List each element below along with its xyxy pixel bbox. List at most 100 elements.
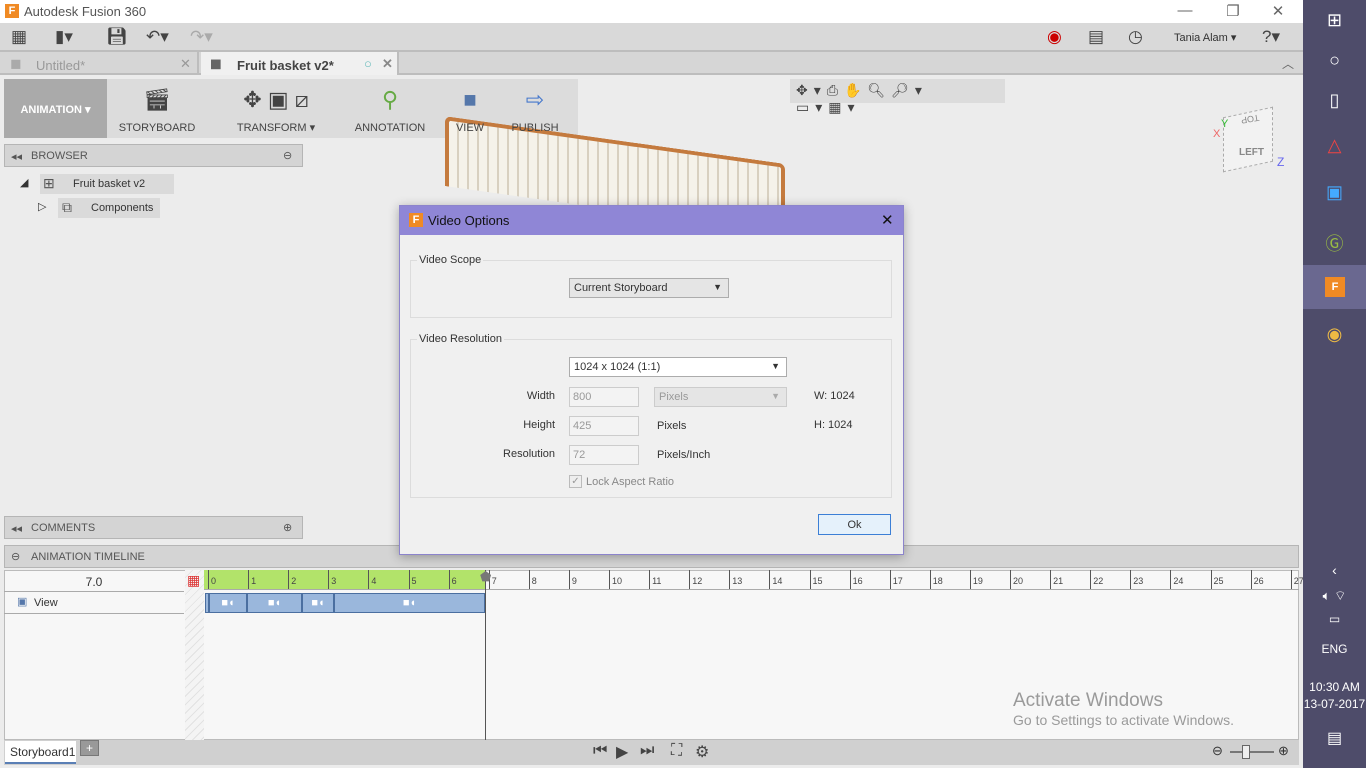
skip-end-icon[interactable]: ⏭︎ xyxy=(640,742,654,760)
dialog-title-bar[interactable]: F Video Options ✕ xyxy=(400,206,903,235)
show-hidden-icons-chevron[interactable]: ‹ xyxy=(1303,562,1366,578)
delete-bin-icon[interactable]: ▦ xyxy=(187,572,200,589)
cortana-circle-icon[interactable]: ○ xyxy=(1303,50,1366,71)
app-g-icon[interactable]: Ⓖ xyxy=(1303,230,1366,256)
file-menu-icon[interactable]: ▮▾ xyxy=(55,27,73,47)
comments-icon[interactable]: ▤ xyxy=(1088,27,1104,47)
ruler-tick-label: 24 xyxy=(1170,570,1183,589)
action-center-icon[interactable]: ▤ xyxy=(1303,728,1366,748)
current-time[interactable]: 7.0 xyxy=(4,570,184,592)
browser-title: BROWSER xyxy=(31,150,88,162)
comments-title: COMMENTS xyxy=(31,522,96,534)
expand-triangle-icon[interactable]: ◢ xyxy=(20,176,28,189)
publish-button[interactable]: ⇨ PUBLISH xyxy=(502,79,568,138)
storyboard-tab[interactable]: Storyboard1 xyxy=(5,741,76,764)
zoom-in-icon[interactable]: ⊕ xyxy=(1278,743,1289,759)
close-button[interactable]: ✕ xyxy=(1263,2,1293,20)
time-ruler[interactable]: 0 1 2 3 4 5 6 7 8 9 10 11 12 13 14 15 16 17 18 19 20 21 22 23 24… xyxy=(204,570,1304,590)
playhead-line[interactable] xyxy=(485,570,486,740)
collapse-arrows-icon[interactable]: ◂◂ xyxy=(11,150,22,163)
user-menu[interactable]: Tania Alam ▾ xyxy=(1174,31,1236,44)
clock-time[interactable]: 10:30 AM xyxy=(1303,680,1366,694)
maximize-button[interactable]: ❐ xyxy=(1218,2,1248,20)
resolution-unit: Pixels/Inch xyxy=(657,449,711,461)
dropdown-arrow-icon: ▼ xyxy=(771,361,780,371)
height-input[interactable]: 425 xyxy=(569,416,639,436)
battery-icon[interactable]: ▭ xyxy=(1303,612,1366,626)
view-cube[interactable]: LEFT TOP X Y Z xyxy=(1205,100,1285,180)
resolution-preset-select[interactable]: 1024 x 1024 (1:1) ▼ xyxy=(569,357,787,377)
windows-taskbar: ⊞ ○ ▯ △ ▣ Ⓖ F ◉ ‹ 🔈︎ ⌔ ▭ ENG 10:30 AM 13… xyxy=(1303,0,1366,768)
zoom-slider[interactable] xyxy=(1230,751,1274,753)
track-view[interactable]: ▣ View xyxy=(4,592,184,614)
lock-aspect-checkbox[interactable]: ✓ xyxy=(569,475,582,488)
add-storyboard-button[interactable]: + xyxy=(80,740,99,756)
height-unit: Pixels xyxy=(657,420,687,432)
clock-date[interactable]: 13-07-2017 xyxy=(1303,697,1366,711)
expand-triangle-icon[interactable]: ▷ xyxy=(38,200,46,213)
ruler-tick-label: 19 xyxy=(969,570,983,589)
zoom-out-icon[interactable]: ⊖ xyxy=(1212,743,1223,759)
fit-view-icon[interactable]: ⛶ xyxy=(671,742,682,760)
app-window-icon[interactable]: ▣ xyxy=(1303,182,1366,203)
navigation-toolbar[interactable]: ✥▾⎙✋🔍︎🔎︎▾ ▭▾▦▾ xyxy=(790,79,1005,115)
tab-untitled[interactable]: ◼ Untitled* ✕ xyxy=(0,52,199,75)
workspace-switcher[interactable]: ANIMATION ▾ xyxy=(4,79,107,138)
annotation-pin-icon: ⚲ xyxy=(381,87,399,112)
fusion-taskbar-button[interactable]: F xyxy=(1303,265,1366,309)
view-clip[interactable]: ■◖ xyxy=(247,593,302,613)
ok-button[interactable]: Ok xyxy=(818,514,891,535)
camera-icon: ■ xyxy=(463,87,477,112)
redo-icon[interactable]: ↷▾ xyxy=(190,27,213,47)
view-clip[interactable]: ■◖ xyxy=(302,593,334,613)
resolution-input[interactable]: 72 xyxy=(569,445,639,465)
minimize-button[interactable]: — xyxy=(1170,2,1200,19)
fusion-logo-icon: F xyxy=(409,213,423,227)
minus-circle-icon[interactable]: ⊖ xyxy=(11,550,20,563)
storyboard-button[interactable]: 🎬︎ STORYBOARD xyxy=(107,79,207,138)
view-button[interactable]: ■ VIEW xyxy=(444,79,496,138)
task-view-icon[interactable]: ▯ xyxy=(1303,90,1366,111)
app-triangle-icon[interactable]: △ xyxy=(1303,135,1366,156)
close-tab-icon[interactable]: ✕ xyxy=(382,56,393,72)
annotation-button[interactable]: ⚲ ANNOTATION xyxy=(344,79,436,138)
plus-circle-icon[interactable]: ⊕ xyxy=(283,521,292,534)
scope-value: Current Storyboard xyxy=(574,282,668,294)
help-icon[interactable]: ?▾ xyxy=(1262,27,1280,47)
dialog-close-button[interactable]: ✕ xyxy=(881,211,894,229)
components-node[interactable]: ⧉ Components xyxy=(58,198,160,218)
unit-value: Pixels xyxy=(659,391,689,403)
volume-wifi-icons[interactable]: 🔈︎ ⌔ xyxy=(1303,588,1366,604)
video-scope-select[interactable]: Current Storyboard ▼ xyxy=(569,278,729,298)
browser-root-node[interactable]: ⊞ Fruit basket v2 xyxy=(40,174,174,194)
unit-select[interactable]: Pixels ▼ xyxy=(654,387,787,407)
skip-start-icon[interactable]: ⏮︎ xyxy=(593,742,607,760)
cube-face-left[interactable]: LEFT xyxy=(1239,147,1264,158)
windows-start-icon[interactable]: ⊞ xyxy=(1303,10,1366,31)
ruler-tick-label: 8 xyxy=(528,570,537,589)
comments-panel-header[interactable]: ◂◂ COMMENTS ⊕ xyxy=(4,516,303,539)
chrome-icon[interactable]: ◉ xyxy=(1303,324,1366,345)
save-icon[interactable]: 💾︎ xyxy=(106,27,128,47)
orbit-pan-zoom-icons[interactable]: ✥▾⎙✋🔍︎🔎︎▾ ▭▾▦▾ xyxy=(796,82,928,115)
ruler-tick-label: 17 xyxy=(889,570,903,589)
view-clip[interactable]: ■◖ xyxy=(209,593,247,613)
view-clip[interactable]: ■◖ xyxy=(334,593,485,613)
browser-panel-header[interactable]: ◂◂ BROWSER ⊖ xyxy=(4,144,303,167)
undo-icon[interactable]: ↶▾ xyxy=(146,27,169,47)
history-clock-icon[interactable]: ◷ xyxy=(1128,27,1143,47)
collapse-arrows-icon[interactable]: ◂◂ xyxy=(11,522,22,535)
language-indicator[interactable]: ENG xyxy=(1303,642,1366,656)
zoom-slider-thumb[interactable] xyxy=(1242,745,1250,759)
settings-gear-icon[interactable]: ⚙ xyxy=(695,742,709,762)
playhead-handle[interactable]: ⬟ xyxy=(480,569,491,585)
tab-fruit-basket[interactable]: ◼ Fruit basket v2* ○ ✕ xyxy=(201,52,399,75)
data-panel-grid-icon[interactable]: ▦ xyxy=(11,27,27,47)
transform-button[interactable]: ✥ ▣ ⧄ TRANSFORM ▾ xyxy=(210,79,342,138)
width-input[interactable]: 800 xyxy=(569,387,639,407)
record-icon[interactable]: ◉ xyxy=(1047,27,1062,47)
minus-circle-icon[interactable]: ⊖ xyxy=(283,149,292,162)
close-tab-icon[interactable]: ✕ xyxy=(180,56,191,72)
collapse-toolbar-icon[interactable]: ︿ xyxy=(1282,55,1294,72)
play-icon[interactable]: ▶ xyxy=(616,742,628,762)
